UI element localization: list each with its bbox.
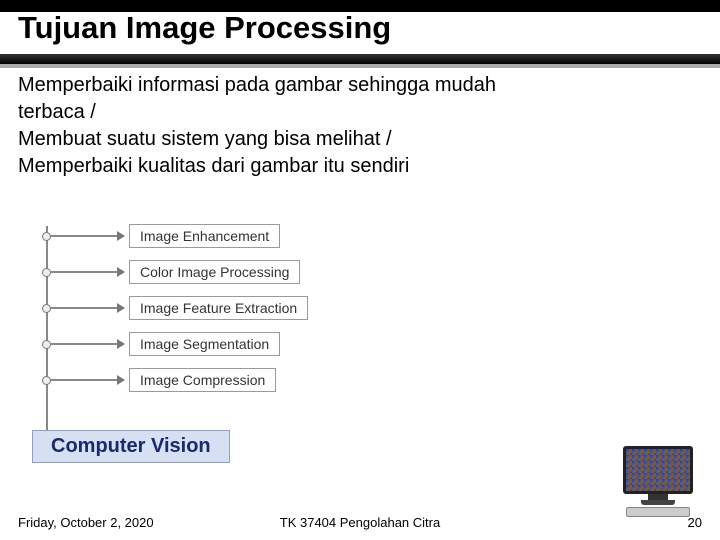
slide: Tujuan Image Processing Memperbaiki info… bbox=[0, 0, 720, 540]
arrow-right-icon bbox=[51, 271, 123, 273]
diagram-row: Image Feature Extraction bbox=[30, 290, 308, 326]
node-icon bbox=[42, 376, 51, 385]
diagram-node: Image Feature Extraction bbox=[129, 296, 308, 320]
diagram-node: Image Enhancement bbox=[129, 224, 280, 248]
body-line: terbaca / bbox=[18, 99, 702, 126]
title-underline-bar bbox=[0, 54, 720, 64]
arrow-right-icon bbox=[51, 235, 123, 237]
diagram-row: Image Compression bbox=[30, 362, 308, 398]
body-line: Memperbaiki kualitas dari gambar itu sen… bbox=[18, 153, 702, 180]
footer-course: TK 37404 Pengolahan Citra bbox=[18, 515, 702, 530]
diagram-node: Color Image Processing bbox=[129, 260, 300, 284]
diagram-node: Image Compression bbox=[129, 368, 276, 392]
slide-title: Tujuan Image Processing bbox=[18, 10, 391, 46]
arrow-right-icon bbox=[51, 379, 123, 381]
diagram-row: Image Segmentation bbox=[30, 326, 308, 362]
diagram-row: Color Image Processing bbox=[30, 254, 308, 290]
node-icon bbox=[42, 268, 51, 277]
slide-footer: Friday, October 2, 2020 TK 37404 Pengola… bbox=[18, 515, 702, 530]
node-icon bbox=[42, 340, 51, 349]
node-icon bbox=[42, 232, 51, 241]
body-line: Membuat suatu sistem yang bisa melihat / bbox=[18, 126, 702, 153]
body-line: Memperbaiki informasi pada gambar sehing… bbox=[18, 72, 702, 99]
diagram-node: Image Segmentation bbox=[129, 332, 280, 356]
diagram-row: Image Enhancement bbox=[30, 218, 308, 254]
arrow-right-icon bbox=[51, 343, 123, 345]
process-diagram: Image Enhancement Color Image Processing… bbox=[30, 218, 308, 398]
arrow-right-icon bbox=[51, 307, 123, 309]
body-text: Memperbaiki informasi pada gambar sehing… bbox=[18, 72, 702, 180]
computer-clipart-icon bbox=[618, 446, 698, 518]
monitor-icon bbox=[623, 446, 693, 494]
computer-vision-box: Computer Vision bbox=[32, 430, 230, 463]
node-icon bbox=[42, 304, 51, 313]
